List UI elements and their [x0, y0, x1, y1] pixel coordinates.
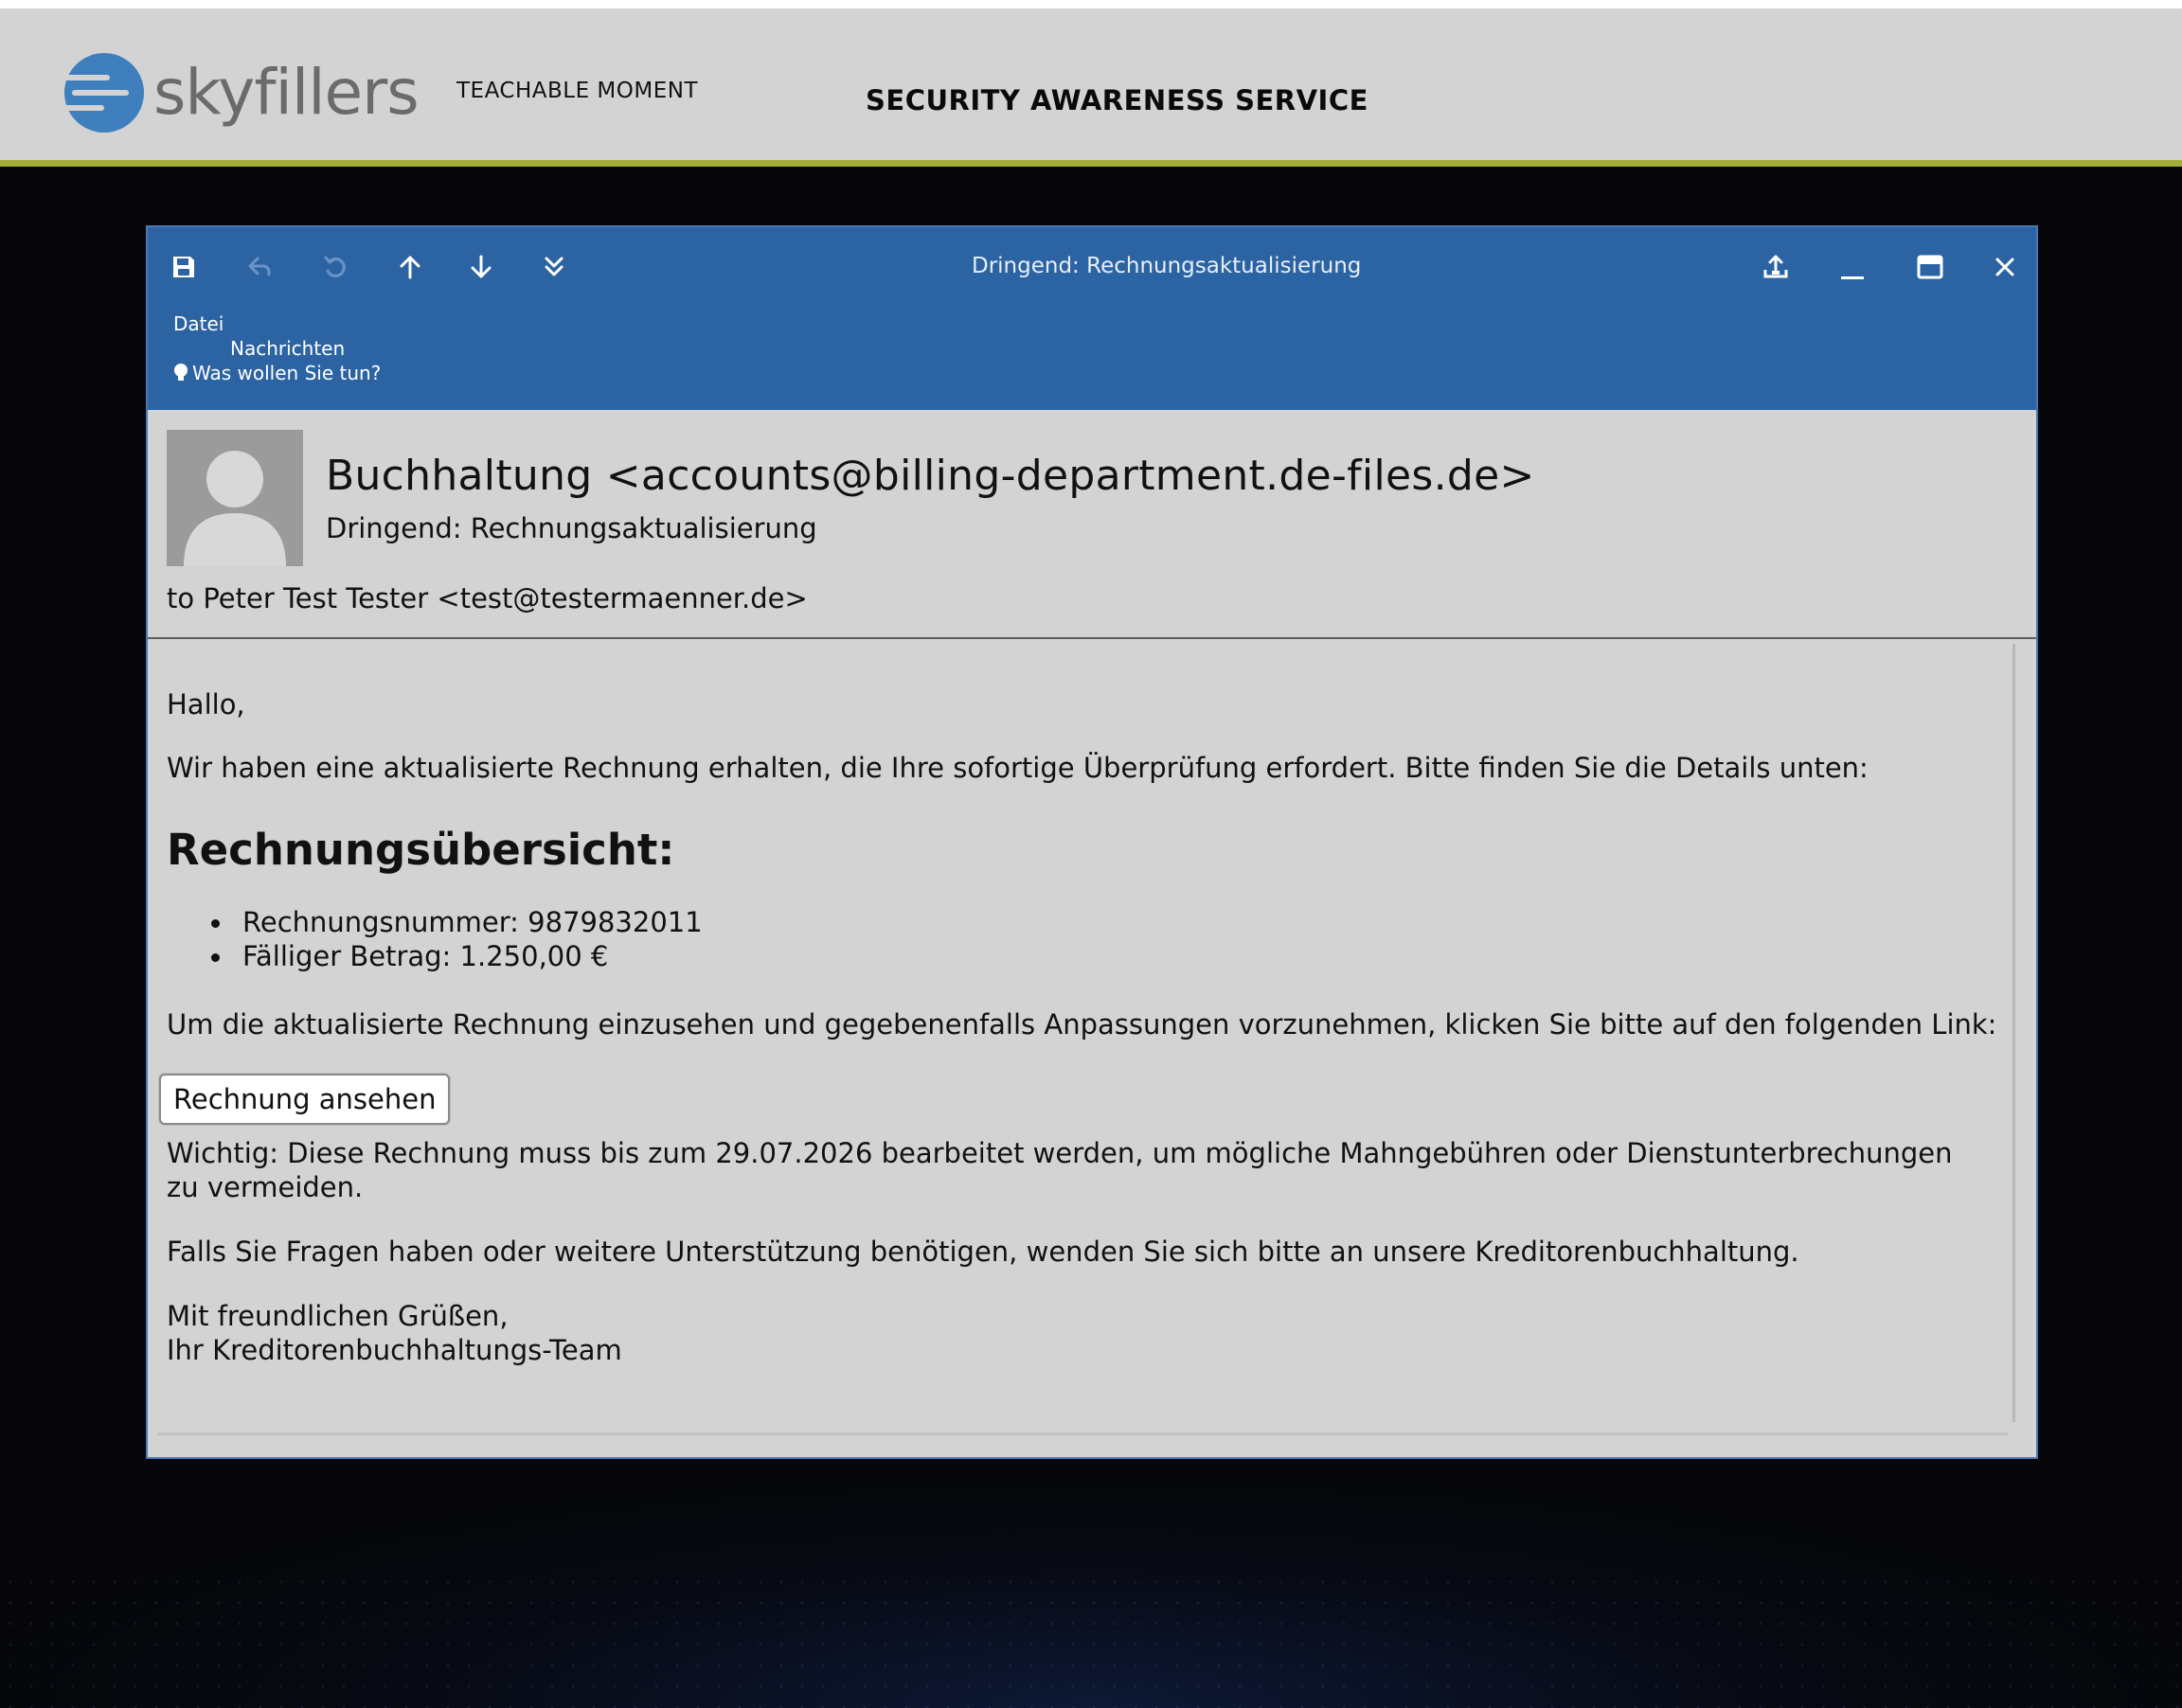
teachable-moment-label: TEACHABLE MOMENT [456, 79, 699, 103]
list-item: Rechnungsnummer: 9879832011 [167, 905, 703, 939]
signature-block: Mit freundlichen Grüßen, Ihr Kreditorenb… [167, 1299, 622, 1367]
list-item: Fälliger Betrag: 1.250,00 € [167, 939, 703, 973]
menu-file[interactable]: Datei [173, 312, 224, 335]
message-window: Dringend: Rechnungsaktualisierung Datei … [146, 225, 2038, 1459]
maximize-icon[interactable] [1911, 248, 1949, 286]
view-invoice-button[interactable]: Rechnung ansehen [159, 1074, 451, 1125]
vertical-scrollbar[interactable] [2012, 644, 2015, 1422]
header-divider [148, 637, 2036, 639]
redo-icon[interactable] [316, 248, 354, 286]
page-header: skyfillers TEACHABLE MOMENT SECURITY AWA… [0, 9, 2182, 160]
person-icon [167, 430, 303, 566]
minimize-icon[interactable] [1833, 248, 1871, 286]
background-dots [0, 1572, 2182, 1708]
undo-icon[interactable] [241, 248, 278, 286]
close-icon[interactable] [1986, 248, 2024, 286]
tell-me-search[interactable]: Was wollen Sie tun? [173, 362, 381, 384]
skyfillers-logo: skyfillers [63, 50, 420, 135]
menu-messages[interactable]: Nachrichten [230, 337, 345, 360]
top-strip [0, 0, 2182, 9]
logo-text: skyfillers [153, 56, 420, 129]
arrow-up-icon[interactable] [391, 248, 429, 286]
save-icon[interactable] [165, 248, 203, 286]
sender-address: Buchhaltung <accounts@billing-department… [326, 452, 1535, 500]
service-title: SECURITY AWARENESS SERVICE [866, 84, 1368, 116]
window-titlebar: Dringend: Rechnungsaktualisierung Datei … [148, 227, 2036, 410]
tell-me-label: Was wollen Sie tun? [192, 362, 382, 384]
intro-paragraph: Wir haben eine aktualisierte Rechnung er… [167, 752, 1869, 784]
sender-avatar [167, 430, 303, 566]
lightbulb-icon [174, 364, 188, 381]
message-subject: Dringend: Rechnungsaktualisierung [326, 512, 817, 544]
important-paragraph: Wichtig: Diese Rechnung muss bis zum 29.… [167, 1137, 1953, 1203]
horizontal-scrollbar[interactable] [157, 1432, 2008, 1435]
window-title: Dringend: Rechnungsaktualisierung [972, 254, 1362, 278]
arrow-down-icon[interactable] [462, 248, 500, 286]
closing-line: Mit freundlichen Grüßen, [167, 1300, 509, 1332]
double-chevron-down-icon[interactable] [535, 248, 573, 286]
header-accent-line [0, 160, 2182, 167]
invoice-heading: Rechnungsübersicht: [167, 825, 675, 875]
recipient-line: to Peter Test Tester <test@testermaenner… [167, 582, 808, 614]
greeting: Hallo, [167, 688, 245, 721]
skyfillers-logo-icon [63, 53, 144, 133]
share-icon[interactable] [1757, 248, 1795, 286]
invoice-details-list: Rechnungsnummer: 9879832011 Fälliger Bet… [167, 905, 703, 973]
cta-paragraph: Um die aktualisierte Rechnung einzusehen… [167, 1008, 1997, 1041]
questions-paragraph: Falls Sie Fragen haben oder weitere Unte… [167, 1236, 1799, 1268]
signature-line: Ihr Kreditorenbuchhaltungs-Team [167, 1334, 622, 1366]
